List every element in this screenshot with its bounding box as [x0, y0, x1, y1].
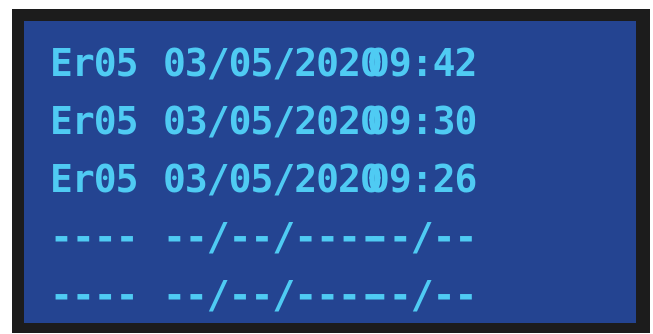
error-time: --/--	[367, 215, 477, 259]
error-code: ----	[50, 273, 139, 317]
error-log-row-empty: ---- --/--/---- --/--	[50, 209, 487, 265]
error-time: 09:26	[367, 157, 477, 201]
error-time: 09:30	[367, 99, 477, 143]
error-log-row-empty: ---- --/--/---- --/--	[50, 267, 487, 323]
error-code: Er05	[50, 41, 139, 85]
error-time: 09:42	[367, 41, 477, 85]
error-date: 03/05/2020	[163, 99, 383, 143]
lcd-screen: Er05 03/05/2020 09:42 Er05 03/05/2020 09…	[24, 21, 636, 323]
error-date: --/--/----	[163, 215, 383, 259]
error-date: 03/05/2020	[163, 157, 383, 201]
error-code: ----	[50, 215, 139, 259]
error-log-row: Er05 03/05/2020 09:30	[50, 93, 487, 149]
error-date: 03/05/2020	[163, 41, 383, 85]
error-code: Er05	[50, 157, 139, 201]
error-log-row: Er05 03/05/2020 09:42	[50, 35, 487, 91]
display-bezel: Er05 03/05/2020 09:42 Er05 03/05/2020 09…	[12, 9, 650, 333]
error-date: --/--/----	[163, 273, 383, 317]
error-time: --/--	[367, 273, 477, 317]
error-code: Er05	[50, 99, 139, 143]
error-log-row: Er05 03/05/2020 09:26	[50, 151, 487, 207]
